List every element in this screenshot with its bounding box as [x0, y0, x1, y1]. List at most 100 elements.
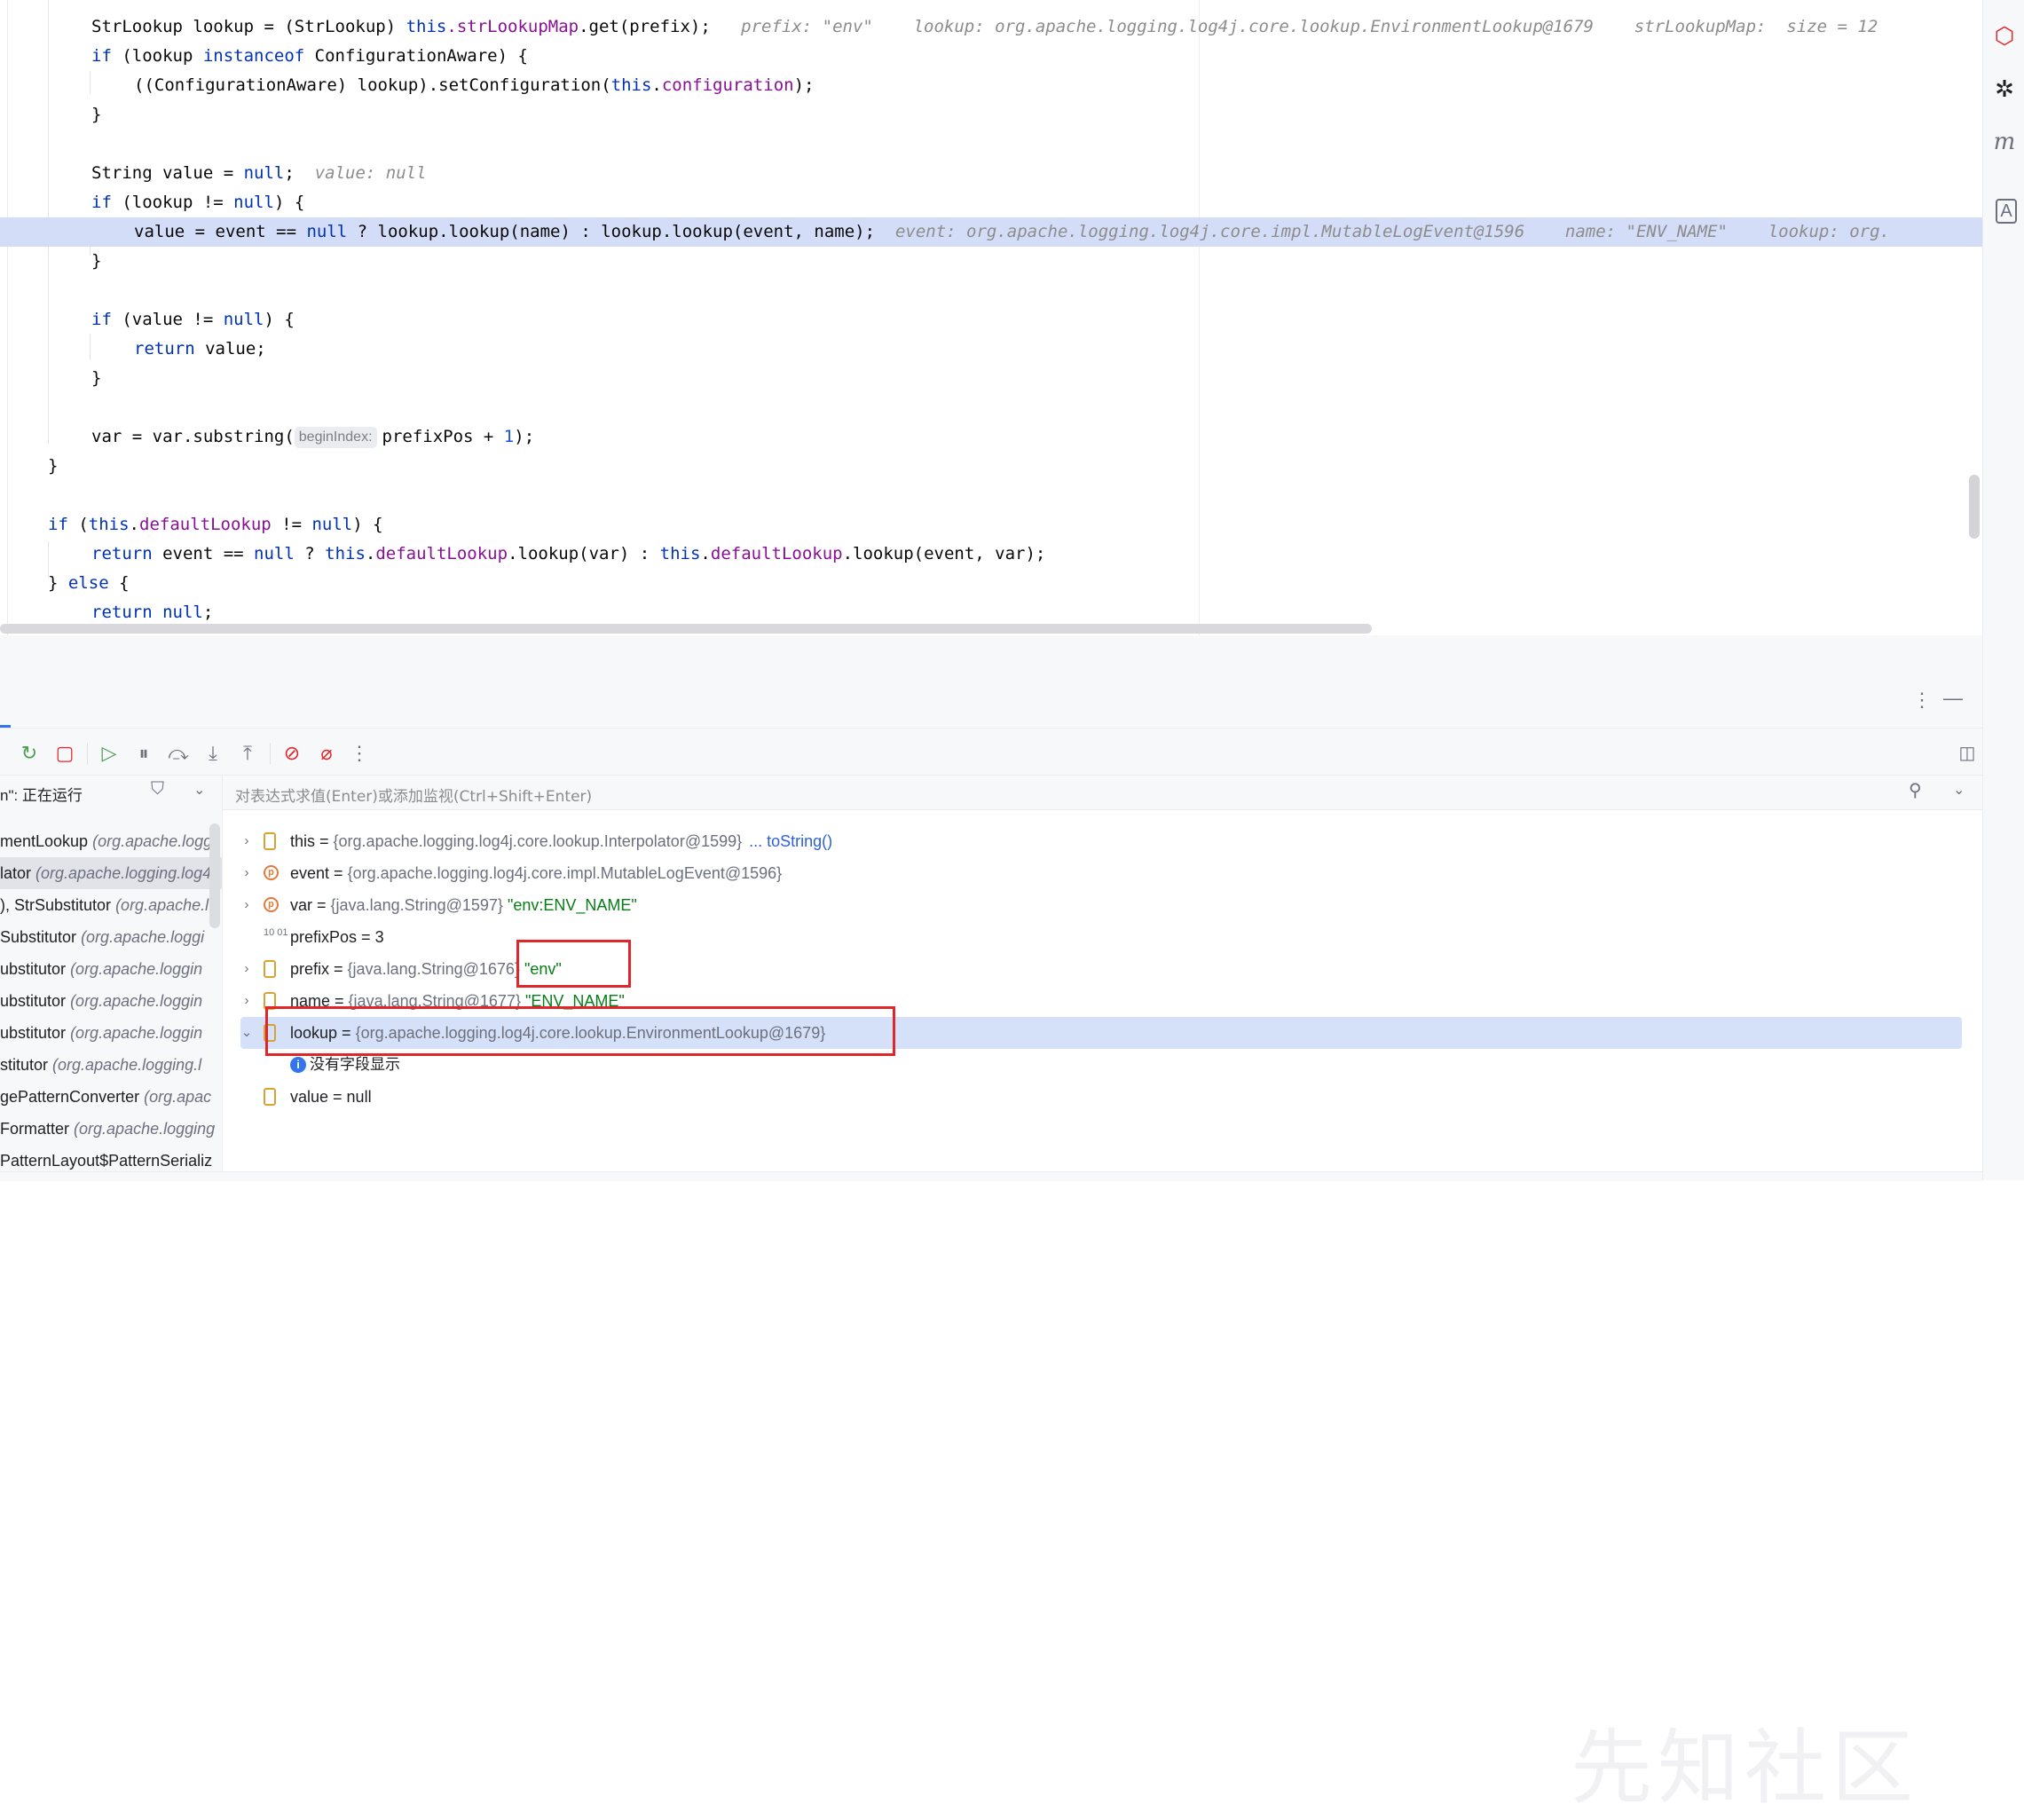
frame-package: (org.apache.logg: [92, 832, 213, 850]
evaluate-expression-field[interactable]: 对表达式求值(Enter)或添加监视(Ctrl+Shift+Enter) ⚲ ⌄: [223, 776, 1982, 810]
chevron-down-icon[interactable]: ⌄: [240, 1017, 253, 1049]
variable-name: prefix: [290, 960, 330, 978]
frame-package: (org.apache.logging: [74, 1120, 216, 1138]
code-line[interactable]: StrLookup lookup = (StrLookup) this.strL…: [0, 12, 1878, 42]
more-options-icon[interactable]: ⋮: [1912, 689, 1932, 712]
rerun-icon[interactable]: ↻: [16, 740, 43, 767]
code-line[interactable]: if (this.defaultLookup != null) {: [0, 510, 383, 540]
chevron-down-icon[interactable]: ⌄: [193, 781, 205, 799]
frame-method: mentLookup: [0, 832, 89, 850]
document-icon[interactable]: A: [1996, 199, 2017, 224]
info-icon: i: [290, 1057, 306, 1073]
equals-sign: =: [312, 896, 331, 914]
chevron-right-icon[interactable]: ›: [240, 953, 253, 985]
filter-icon[interactable]: ⛉: [151, 779, 164, 800]
stack-frame[interactable]: ubstitutor (org.apache.loggin: [0, 1017, 222, 1049]
vertical-scrollbar[interactable]: [1969, 475, 1980, 539]
variable-name: event: [290, 864, 330, 882]
code-line[interactable]: }: [0, 100, 101, 130]
inline-debug-value: event: org.apache.logging.log4j.core.imp…: [894, 222, 1890, 241]
stack-frame[interactable]: stitutor (org.apache.logging.l: [0, 1049, 222, 1081]
variable-type: {org.apache.logging.log4j.core.lookup.In…: [333, 832, 743, 850]
variable-name: this: [290, 832, 316, 850]
current-execution-line[interactable]: value = event == null ? lookup.lookup(na…: [0, 217, 1982, 247]
equals-sign: =: [329, 960, 348, 978]
toolbar-separator: [87, 743, 88, 764]
thread-selector[interactable]: n": 正在运行: [0, 783, 83, 805]
step-into-icon[interactable]: ⤓: [200, 740, 226, 767]
frame-package: (org.apache.loggin: [70, 960, 203, 978]
code-line[interactable]: return value;: [0, 335, 266, 364]
chevron-right-icon[interactable]: ›: [240, 857, 253, 889]
step-out-icon[interactable]: ⤒: [234, 740, 261, 767]
variable-type: {org.apache.logging.log4j.core.impl.Muta…: [347, 864, 783, 882]
code-line[interactable]: var = var.substring(beginIndex: prefixPos…: [0, 422, 534, 452]
frames-scrollbar[interactable]: [209, 823, 220, 928]
code-line[interactable]: ((ConfigurationAware) lookup).setConfigu…: [0, 71, 814, 100]
variable-value: null: [346, 1088, 372, 1106]
stack-frame[interactable]: mentLookup (org.apache.logg: [0, 825, 222, 857]
view-breakpoints-icon[interactable]: ⊘: [279, 740, 305, 767]
stack-frame[interactable]: Substitutor (org.apache.loggi: [0, 921, 222, 953]
right-tool-strip: ⬡ ✲ m A: [1982, 0, 2024, 1180]
parameter-icon: p: [264, 897, 279, 912]
pause-icon[interactable]: ⏸: [130, 740, 157, 767]
stack-frame[interactable]: ), StrSubstitutor (org.apache.l: [0, 889, 222, 921]
frame-method: ubstitutor: [0, 992, 67, 1010]
code-line[interactable]: }: [0, 364, 101, 393]
add-watch-icon[interactable]: ⚲: [1909, 779, 1922, 801]
code-editor[interactable]: StrLookup lookup = (StrLookup) this.strL…: [0, 0, 1982, 635]
code-line[interactable]: } else {: [0, 569, 130, 598]
code-line[interactable]: if (lookup instanceof ConfigurationAware…: [0, 42, 528, 71]
resume-icon[interactable]: ▷: [96, 740, 122, 767]
frame-package: (org.apache.l: [115, 896, 209, 914]
stack-frame[interactable]: ubstitutor (org.apache.loggin: [0, 953, 222, 985]
variable-row[interactable]: › p var = {java.lang.String@1597} "env:ENV…: [223, 889, 1982, 921]
stack-frame[interactable]: gePatternConverter (org.apac: [0, 1081, 222, 1113]
variable-row[interactable]: › prefix = {java.lang.String@1676} "env": [223, 953, 1982, 985]
variable-row[interactable]: 10 01 prefixPos = 3: [223, 921, 1982, 953]
field-icon: [264, 832, 276, 850]
frame-method: Formatter: [0, 1120, 70, 1138]
maven-icon[interactable]: m: [1992, 130, 2017, 154]
frame-package: (org.apache.loggin: [70, 992, 203, 1010]
variable-name: var: [290, 896, 313, 914]
minimize-icon[interactable]: —: [1943, 687, 1963, 710]
code-line[interactable]: if (value != null) {: [0, 305, 295, 335]
ai-assistant-icon[interactable]: ✲: [1992, 76, 2017, 101]
annotation-box-env: [516, 940, 631, 988]
chevron-down-icon[interactable]: ⌄: [1953, 781, 1965, 799]
stop-icon[interactable]: ▢: [51, 740, 78, 767]
chevron-right-icon[interactable]: ›: [240, 985, 253, 1017]
frame-package: (org.apache.loggin: [70, 1024, 203, 1042]
chevron-right-icon[interactable]: ›: [240, 825, 253, 857]
variable-row[interactable]: › p event = {org.apache.logging.log4j.core…: [223, 857, 1982, 889]
code-line[interactable]: }: [0, 452, 58, 481]
code-line[interactable]: return event == null ? this.defaultLooku…: [0, 540, 1045, 569]
more-actions-icon[interactable]: ⋮: [346, 740, 373, 767]
equals-sign: =: [328, 1088, 347, 1106]
primitive-icon: 10 01: [264, 927, 288, 938]
variable-type: {java.lang.String@1676}: [347, 960, 520, 978]
variable-row[interactable]: › this = {org.apache.logging.log4j.core.l…: [223, 825, 1982, 857]
step-over-icon[interactable]: ⤼: [165, 740, 192, 767]
layout-settings-icon[interactable]: ◫: [1954, 740, 1981, 767]
horizontal-scrollbar[interactable]: [0, 624, 1372, 634]
frame-method: ubstitutor: [0, 1024, 67, 1042]
code-line[interactable]: if (lookup != null) {: [0, 188, 304, 217]
frame-package: (org.apache.loggi: [81, 928, 205, 946]
frame-method: ), StrSubstitutor: [0, 896, 112, 914]
chevron-right-icon[interactable]: ›: [240, 889, 253, 921]
frame-method: lator: [0, 864, 32, 882]
hexagon-plugin-icon[interactable]: ⬡: [1992, 23, 2017, 48]
frame-method: stitutor: [0, 1056, 49, 1074]
stack-frame[interactable]: Formatter (org.apache.logging: [0, 1113, 222, 1145]
stack-frame[interactable]: lator (org.apache.logging.log4: [0, 857, 222, 889]
to-string-link[interactable]: ... toString(): [749, 832, 832, 850]
mute-breakpoints-icon[interactable]: ⌀: [313, 740, 340, 767]
code-line[interactable]: String value = null; value: null: [0, 159, 427, 188]
variable-row[interactable]: value = null: [223, 1081, 1982, 1113]
stack-frame[interactable]: ubstitutor (org.apache.loggin: [0, 985, 222, 1017]
code-line[interactable]: }: [0, 247, 101, 276]
variable-value: 3: [374, 928, 384, 946]
